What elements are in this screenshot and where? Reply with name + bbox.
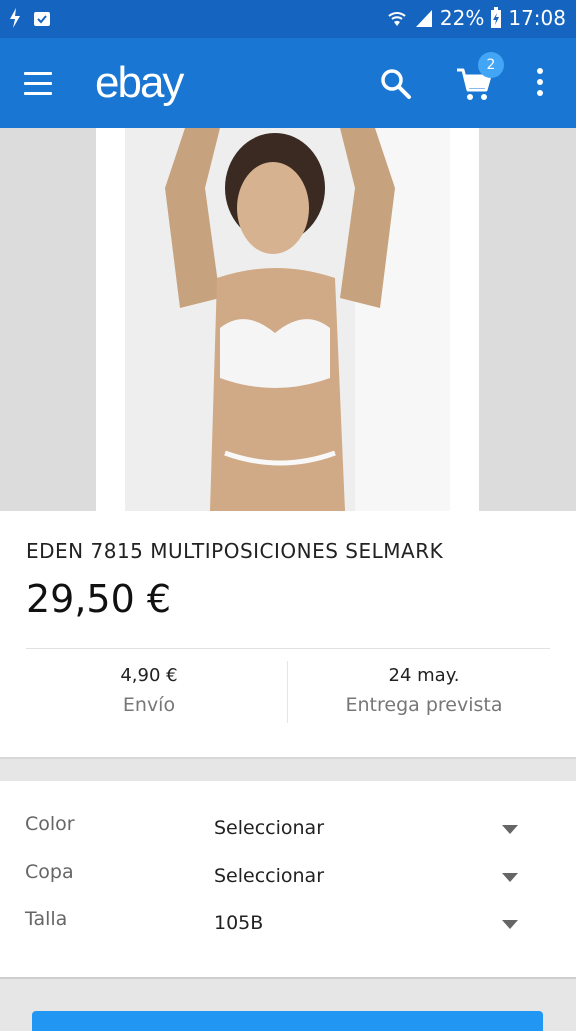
wifi-icon bbox=[388, 12, 406, 26]
buy-button[interactable] bbox=[32, 1011, 543, 1031]
product-info-card: EDEN 7815 MULTIPOSICIONES SELMARK 29,50 … bbox=[0, 511, 576, 759]
delivery-label: Entrega prevista bbox=[345, 694, 503, 716]
delivery-value: 24 may. bbox=[388, 665, 460, 686]
product-photo-illustration bbox=[125, 128, 450, 511]
flash-icon bbox=[10, 8, 20, 28]
app-bar: ebay 2 bbox=[0, 38, 576, 128]
clipboard-check-icon bbox=[34, 12, 50, 26]
divider bbox=[26, 648, 550, 649]
option-label: Talla bbox=[25, 908, 68, 930]
product-price: 29,50 € bbox=[26, 577, 172, 621]
option-size[interactable]: Talla 105B bbox=[0, 908, 576, 948]
dropdown-arrow-icon[interactable] bbox=[502, 825, 518, 834]
shipping-label: Envío bbox=[122, 694, 176, 716]
option-color[interactable]: Color Seleccionar bbox=[0, 813, 576, 853]
option-label: Color bbox=[25, 813, 75, 835]
dropdown-arrow-icon[interactable] bbox=[502, 920, 518, 929]
status-bar: 22% 17:08 bbox=[0, 0, 576, 38]
option-value[interactable]: Seleccionar bbox=[214, 817, 324, 839]
cart-badge[interactable]: 2 bbox=[478, 52, 504, 78]
ebay-logo[interactable]: ebay bbox=[95, 58, 184, 108]
variation-options: Color Seleccionar Copa Seleccionar Talla… bbox=[0, 781, 576, 979]
shipping-info: 4,90 € Envío bbox=[26, 665, 272, 716]
battery-percent: 22% bbox=[439, 6, 485, 30]
battery-charging-icon bbox=[491, 7, 502, 28]
option-label: Copa bbox=[25, 861, 74, 883]
delivery-info: 24 may. Entrega prevista bbox=[288, 665, 560, 716]
clock: 17:08 bbox=[508, 6, 566, 30]
dropdown-arrow-icon[interactable] bbox=[502, 873, 518, 882]
more-options-icon[interactable] bbox=[534, 68, 546, 100]
option-value[interactable]: Seleccionar bbox=[214, 865, 324, 887]
option-value[interactable]: 105B bbox=[214, 912, 263, 934]
option-cup[interactable]: Copa Seleccionar bbox=[0, 861, 576, 901]
menu-icon[interactable] bbox=[24, 72, 52, 95]
search-icon[interactable] bbox=[378, 66, 414, 102]
signal-icon bbox=[415, 10, 432, 27]
shipping-value: 4,90 € bbox=[120, 665, 178, 686]
product-title: EDEN 7815 MULTIPOSICIONES SELMARK bbox=[26, 539, 444, 563]
product-image[interactable] bbox=[125, 128, 450, 511]
